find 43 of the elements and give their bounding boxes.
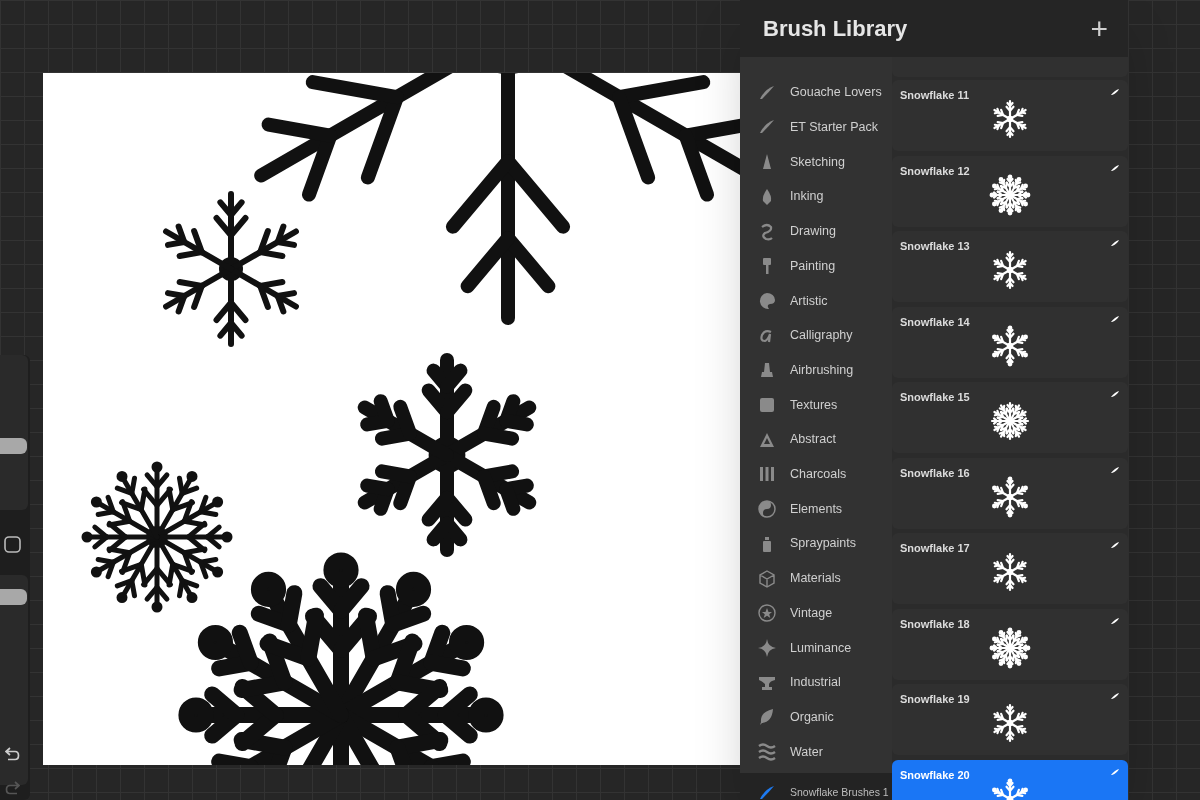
category-item[interactable]: Vintage [740, 597, 892, 630]
category-item[interactable]: Drawing [740, 215, 892, 248]
brush-name: Snowflake 17 [900, 541, 970, 556]
brush-name: Snowflake 11 [900, 88, 970, 103]
brush-name: Snowflake 20 [900, 767, 970, 783]
brush-name: Snowflake 12 [900, 163, 970, 179]
brush-name: Snowflake 16 [900, 465, 970, 481]
category-item[interactable]: Snowflake Brushes 1 [740, 773, 892, 800]
category-item[interactable]: ET Starter Pack [740, 111, 892, 144]
category-item[interactable]: Textures [740, 389, 892, 421]
add-button[interactable]: + [1090, 13, 1108, 44]
category-item[interactable]: Industrial [740, 666, 892, 699]
category-item[interactable]: Organic [740, 701, 892, 734]
brush-card[interactable]: Snowflake 18 [892, 608, 1128, 680]
brush-card[interactable]: Snowflake 19 [892, 684, 1128, 755]
brush-name: Snowflake 14 [900, 314, 970, 330]
brush-card[interactable]: Snowflake 15 [892, 382, 1128, 453]
brush-name: Snowflake 19 [900, 692, 970, 707]
category-item[interactable]: Sketching [740, 146, 892, 179]
category-item[interactable]: Water [740, 736, 892, 768]
category-item[interactable]: Elements [740, 493, 892, 526]
category-item[interactable]: Artistic [740, 284, 892, 317]
brush-card[interactable]: Snowflake 13 [892, 231, 1128, 302]
brush-name: Snowflake 18 [900, 616, 970, 632]
brush-card[interactable]: Snowflake 14 [892, 306, 1128, 378]
brush-card[interactable]: Snowflake 16 [892, 457, 1128, 529]
category-item[interactable]: Materials [740, 562, 892, 595]
category-item[interactable]: Calligraphy [740, 319, 892, 352]
category-item[interactable]: Gouache Lovers [740, 76, 892, 109]
category-item[interactable]: Luminance [740, 631, 892, 664]
category-item[interactable]: Painting [740, 250, 892, 283]
category-item[interactable]: Abstract [740, 423, 892, 456]
brush-card[interactable]: Snowflake 17 [892, 533, 1128, 604]
brush-card[interactable]: Snowflake 20 [892, 759, 1128, 800]
category-item[interactable]: Charcoals [740, 458, 892, 491]
library-title: Brush Library [763, 15, 908, 43]
brush-name: Snowflake 13 [900, 239, 970, 254]
category-item[interactable]: Airbrushing [740, 354, 892, 387]
category-item[interactable]: Inking [740, 180, 892, 213]
brush-name: Snowflake 15 [900, 390, 970, 405]
brush-card[interactable]: Snowflake 11 [892, 80, 1128, 151]
brush-card[interactable]: Snowflake 12 [892, 155, 1128, 227]
category-item[interactable]: Spraypaints [740, 527, 892, 560]
